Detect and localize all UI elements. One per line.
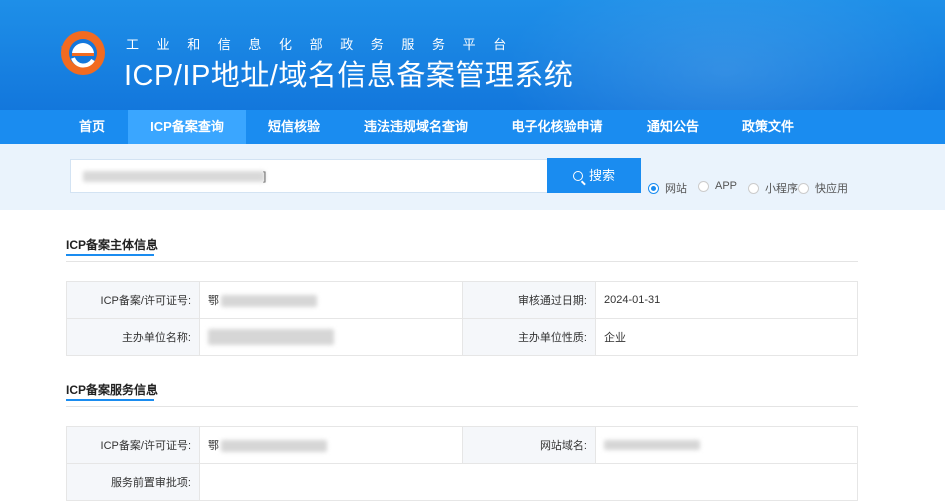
radio-mini-program[interactable]: 小程序 <box>748 180 798 196</box>
e-swirl-logo <box>61 31 105 75</box>
redacted-value <box>221 440 327 453</box>
license-no-label: ICP备案/许可证号: <box>66 281 200 319</box>
radio-app[interactable]: APP <box>698 180 737 192</box>
license-no-label: ICP备案/许可证号: <box>66 426 200 464</box>
entity-section-title: ICP备案主体信息 <box>66 236 159 256</box>
service-info-table: ICP备案/许可证号: 鄂 网站域名: 服务前置审批项: <box>66 426 858 501</box>
radio-label: 小程序 <box>765 183 798 195</box>
nav-illegal-domain-query[interactable]: 违法违规域名查询 <box>352 110 480 144</box>
entity-info-table: ICP备案/许可证号: 鄂 审核通过日期: 2024-01-31 主办单位名称:… <box>66 281 858 356</box>
section-title-text: ICP备案服务信息 <box>66 383 159 397</box>
domain-value <box>595 426 858 464</box>
redacted-value <box>208 329 334 345</box>
radio-dot-icon <box>698 180 709 192</box>
section-title-text: ICP备案主体信息 <box>66 238 159 252</box>
search-button-label: 搜索 <box>588 168 615 183</box>
radio-website[interactable]: 网站 <box>648 180 687 196</box>
radio-quick-app[interactable]: 快应用 <box>798 180 848 196</box>
pre-approval-label: 服务前置审批项: <box>66 463 200 501</box>
nav-notices[interactable]: 通知公告 <box>636 110 710 144</box>
table-row: 服务前置审批项: <box>66 463 858 501</box>
approval-date-value: 2024-01-31 <box>595 281 858 319</box>
nav-policy-docs[interactable]: 政策文件 <box>730 110 806 144</box>
org-type-value: 企业 <box>595 318 858 356</box>
search-button[interactable]: 搜索 <box>547 158 641 193</box>
section-divider <box>66 406 858 407</box>
license-no-value: 鄂 <box>199 281 463 319</box>
approval-date-label: 审核通过日期: <box>462 281 596 319</box>
license-no-value: 鄂 <box>199 426 463 464</box>
radio-label: 快应用 <box>815 183 848 195</box>
org-name-label: 主办单位名称: <box>66 318 200 356</box>
section-underline <box>66 399 154 401</box>
header-banner: 工业和信息化部政务服务平台 ICP/IP地址/域名信息备案管理系统 <box>0 0 945 110</box>
license-prefix: 鄂 <box>208 440 219 452</box>
table-row: ICP备案/许可证号: 鄂 网站域名: <box>66 426 858 464</box>
radio-dot-icon <box>798 182 809 194</box>
radio-label: 网站 <box>665 183 687 195</box>
radio-dot-icon <box>648 182 659 194</box>
license-prefix: 鄂 <box>208 295 219 307</box>
nav-sms-verify[interactable]: 短信核验 <box>256 110 332 144</box>
section-divider <box>66 261 858 262</box>
nav-e-verify-apply[interactable]: 电子化核验申请 <box>500 110 614 144</box>
table-row: 主办单位名称: 主办单位性质: 企业 <box>66 318 858 356</box>
org-type-label: 主办单位性质: <box>462 318 596 356</box>
search-input[interactable]: ] <box>70 159 548 193</box>
radio-label: APP <box>715 180 738 192</box>
search-icon <box>572 171 583 181</box>
main-nav: 首页 ICP备案查询 短信核验 违法违规域名查询 电子化核验申请 通知公告 政策… <box>0 110 945 144</box>
search-input-tail: ] <box>263 169 267 183</box>
nav-icp-query[interactable]: ICP备案查询 <box>128 110 246 144</box>
section-underline <box>66 254 154 256</box>
page-title: ICP/IP地址/域名信息备案管理系统 <box>124 60 574 92</box>
table-row: ICP备案/许可证号: 鄂 审核通过日期: 2024-01-31 <box>66 281 858 319</box>
nav-home[interactable]: 首页 <box>56 110 128 144</box>
redacted-query <box>83 171 265 182</box>
header-subtitle: 工业和信息化部政务服务平台 <box>126 37 524 52</box>
radio-dot-icon <box>748 182 759 194</box>
redacted-value <box>221 295 317 308</box>
pre-approval-value <box>199 463 858 501</box>
service-section-title: ICP备案服务信息 <box>66 381 159 401</box>
redacted-value <box>604 440 700 451</box>
org-name-value <box>199 318 463 356</box>
domain-label: 网站域名: <box>462 426 596 464</box>
